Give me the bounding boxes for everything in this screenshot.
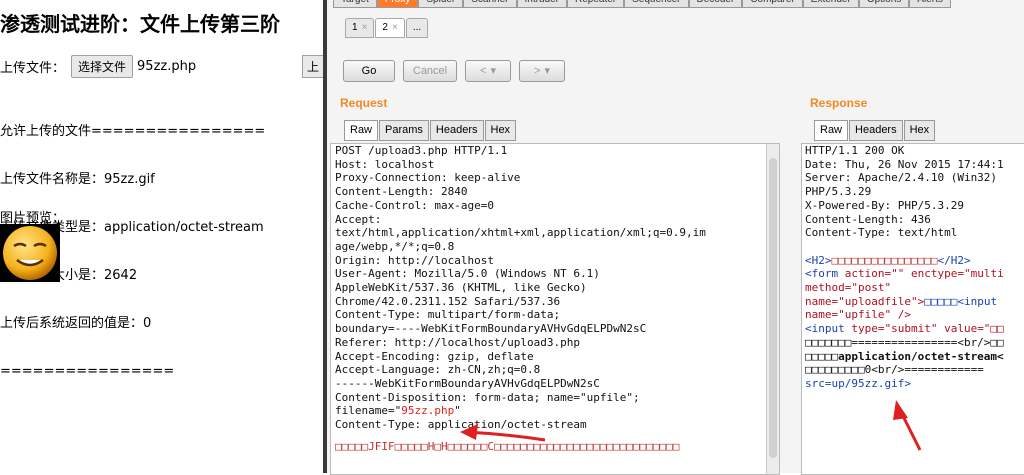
red-arrow-icon	[893, 400, 922, 451]
red-arrow-icon	[460, 424, 546, 442]
annotation-arrows	[460, 400, 922, 451]
